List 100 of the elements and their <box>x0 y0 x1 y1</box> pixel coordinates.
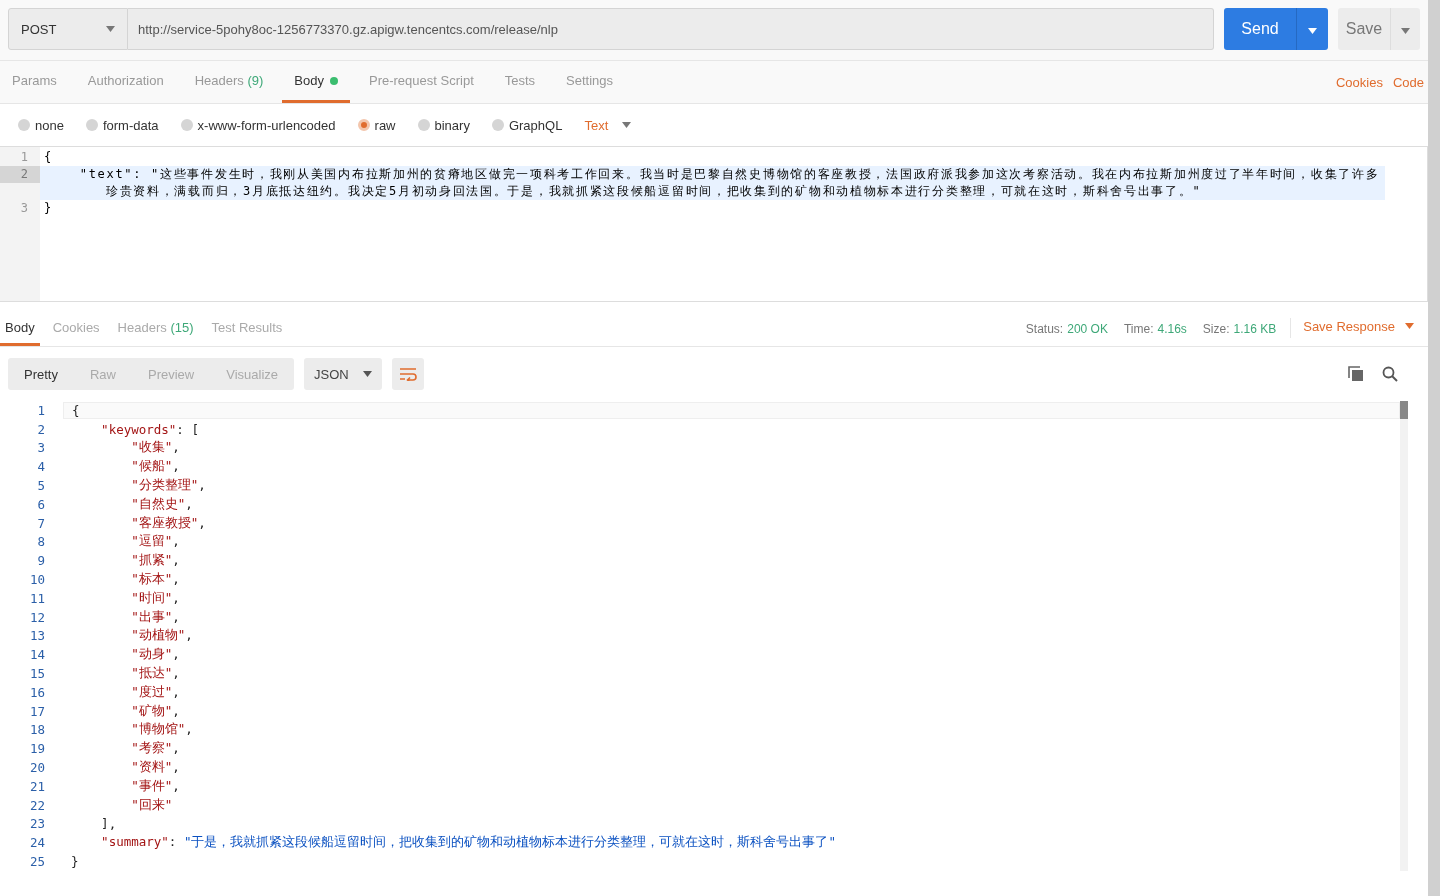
caret-icon <box>106 26 115 32</box>
line-number: 22 <box>28 797 45 813</box>
code-line: "标本", <box>130 571 180 589</box>
line-number: 12 <box>28 609 45 625</box>
line-number: 11 <box>28 590 45 606</box>
code-line: "时间", <box>130 589 180 607</box>
status-label: Status: <box>1025 322 1064 336</box>
code-line: "自然史", <box>130 495 193 513</box>
save-response-button[interactable]: Save Response <box>1303 312 1414 346</box>
body-type-radio[interactable]: none <box>18 117 64 133</box>
code-line: "候船", <box>130 458 180 476</box>
response-tab[interactable]: Body <box>0 312 40 346</box>
body-type-radio[interactable]: raw <box>357 117 396 133</box>
caret-icon <box>622 122 632 128</box>
format-dropdown[interactable]: Text <box>584 117 632 133</box>
line-number: 10 <box>28 572 45 588</box>
code-line: "客座教授", <box>130 514 206 532</box>
caret-icon <box>1308 27 1317 34</box>
response-tab[interactable]: Headers (15) <box>112 312 199 346</box>
view-mode-tab[interactable]: Visualize <box>210 358 295 390</box>
line-number: 19 <box>28 741 45 757</box>
request-tab[interactable]: Authorization <box>75 61 176 103</box>
line-number: 1 <box>19 149 29 166</box>
caret-icon <box>1401 27 1410 34</box>
line-number: 3 <box>19 200 29 217</box>
code-line: "回来" <box>130 796 173 814</box>
body-type-radio[interactable]: form-data <box>85 117 159 133</box>
response-tab[interactable]: Cookies <box>47 312 105 346</box>
code-line: "事件", <box>130 777 180 795</box>
code-line: "矿物", <box>130 702 180 720</box>
code-line: "出事", <box>130 608 180 626</box>
view-mode-tab[interactable]: Pretty <box>8 358 74 390</box>
status-value: 4.16s <box>1157 322 1187 336</box>
method-dropdown[interactable]: POST <box>8 8 128 50</box>
line-number: 6 <box>36 496 45 512</box>
code-line: } <box>70 854 79 869</box>
status-label: Size: <box>1202 322 1230 336</box>
request-tab[interactable]: Params <box>0 61 69 103</box>
line-number: 15 <box>28 666 45 682</box>
code-line: "动植物", <box>130 627 193 645</box>
request-body-editor[interactable]: 1 { 2 "text": "这些事件发生时，我刚从美国内布拉斯加州的贫瘠地区做完一项科考工作回来。我当时是巴黎自然史博物馆的客座教授，法国政府派我参加这次考察活动。我在内布拉斯加州度过了半年时间，收集了许多珍贵资料，满载而归，3月底抵达纽约。我决定5月初动身回法国。于是，我就抓紧这段候船逗留时间，把收集到的矿物和动植物标本进行分类整理，可就在这时，斯科舍号出事了。" 3 } <box>0 146 1428 302</box>
line-number: 2 <box>0 166 40 183</box>
line-number: 9 <box>36 553 45 569</box>
line-number: 5 <box>36 478 45 494</box>
code-line: } <box>43 200 54 217</box>
code-line: "博物馆", <box>130 721 193 739</box>
view-mode-tab[interactable]: Raw <box>73 358 132 390</box>
format-dropdown[interactable]: JSON <box>304 358 383 390</box>
body-type-radio[interactable]: GraphQL <box>491 117 563 133</box>
line-number: 3 <box>36 440 45 456</box>
line-number: 4 <box>36 459 45 475</box>
code-line: "抓紧", <box>130 552 180 570</box>
code-line: { <box>43 149 54 166</box>
body-type-radio[interactable]: binary <box>417 117 470 133</box>
code-line: "keywords": [ <box>100 421 199 437</box>
line-number: 24 <box>28 835 45 851</box>
code-line: "summary": "于是，我就抓紧这段候船逗留时间，把收集到的矿物和动植物标本进行分类整理，可就在这时，斯科舍号出事了" <box>100 834 836 852</box>
code-line: "分类整理", <box>130 477 206 495</box>
header-link[interactable]: Code <box>1392 74 1424 90</box>
save-button[interactable]: Save <box>1338 8 1390 50</box>
line-number: 16 <box>28 684 45 700</box>
code-line: "逗留", <box>130 533 180 551</box>
code-line: "动身", <box>130 646 180 664</box>
request-tab[interactable]: Body <box>282 61 350 103</box>
header-link[interactable]: Cookies <box>1335 74 1383 90</box>
send-button[interactable]: Send <box>1224 8 1296 50</box>
request-tab[interactable]: Pre-request Script <box>357 61 486 103</box>
view-mode-tab[interactable]: Preview <box>132 358 211 390</box>
line-number: 21 <box>28 778 45 794</box>
copy-icon[interactable] <box>1348 366 1364 382</box>
url-field[interactable]: http://service-5pohy8oc-1256773370.gz.apigw.tencentcs.com/release/nlp <box>128 8 1214 50</box>
caret-icon <box>363 371 373 377</box>
line-number: 7 <box>36 515 45 531</box>
caret-icon <box>1405 323 1414 329</box>
status-value: 200 OK <box>1067 322 1108 336</box>
line-number: 2 <box>36 421 45 437</box>
line-number: 14 <box>28 647 45 663</box>
body-type-radio[interactable]: x-www-form-urlencoded <box>180 117 336 133</box>
line-number: 13 <box>28 628 45 644</box>
response-tab[interactable]: Test Results <box>206 312 288 346</box>
line-number: 1 <box>36 402 45 418</box>
line-number: 23 <box>28 816 45 832</box>
code-line: "度过", <box>130 683 180 701</box>
wrap-lines-button[interactable] <box>392 358 425 390</box>
request-tab[interactable]: Headers (9) <box>182 61 276 103</box>
line-number: 25 <box>28 854 45 869</box>
line-number: 20 <box>28 760 45 776</box>
request-tab[interactable]: Tests <box>492 61 548 103</box>
code-line: "资料", <box>130 759 180 777</box>
code-line: "考察", <box>130 740 180 758</box>
line-number: 18 <box>28 722 45 738</box>
wrap-icon <box>399 367 418 381</box>
line-number: 8 <box>36 534 45 550</box>
code-line: "抵达", <box>130 665 180 683</box>
request-tab[interactable]: Settings <box>554 61 626 103</box>
code-line: ], <box>100 816 117 832</box>
status-label: Time: <box>1123 322 1154 336</box>
status-value: 1.16 KB <box>1233 322 1277 336</box>
scrollbar[interactable] <box>1400 401 1408 871</box>
search-icon[interactable] <box>1382 366 1398 382</box>
